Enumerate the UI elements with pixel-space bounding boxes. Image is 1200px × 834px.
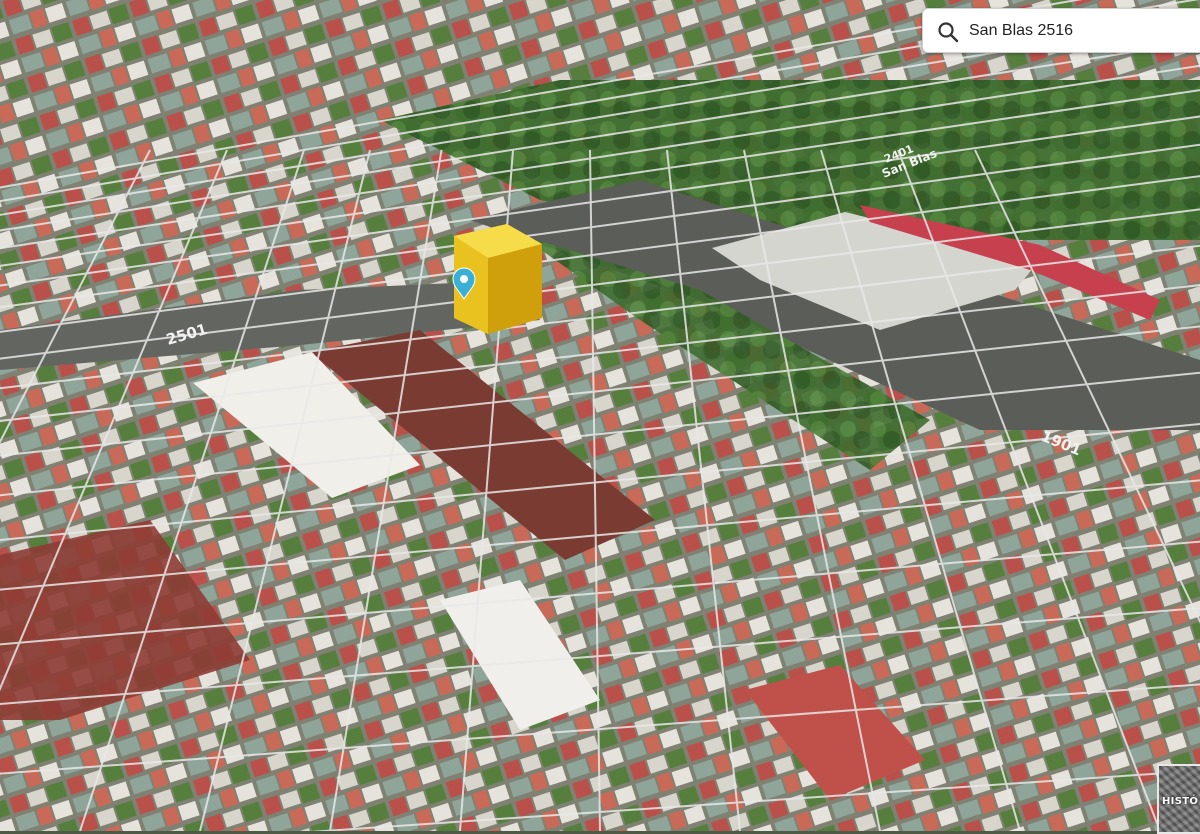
search-box[interactable]	[922, 8, 1200, 53]
history-label: HISTÓ	[1162, 796, 1199, 807]
search-icon	[938, 22, 959, 43]
satellite-3d-map[interactable]: 2501 1901 2401 San Blas	[0, 0, 1200, 831]
history-imagery-button[interactable]: HISTÓ	[1157, 764, 1200, 834]
search-input[interactable]	[969, 17, 1199, 45]
